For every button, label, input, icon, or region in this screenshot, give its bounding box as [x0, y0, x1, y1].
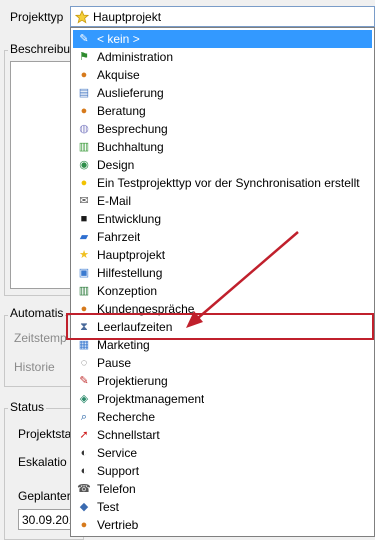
projekttyp-dropdown-list[interactable]: ✎ < kein > ⚑ Administration ● Akquise ▤ Auslief… — [70, 27, 375, 537]
people-icon: ● — [80, 519, 88, 531]
list-item-label: Schnellstart — [97, 428, 160, 442]
people-icon: ● — [80, 105, 88, 117]
date-field[interactable]: 30.09.201 — [18, 509, 74, 530]
list-item-label: E-Mail — [97, 194, 132, 208]
list-item[interactable]: ▥ Buchhaltung — [73, 138, 372, 156]
list-item[interactable]: ● Beratung — [73, 102, 372, 120]
list-item[interactable]: ◐ Service — [73, 444, 372, 462]
list-item[interactable]: ◈ Projektmanagement — [73, 390, 372, 408]
list-item-label: Projektmanagement — [97, 392, 205, 406]
test-icon: ◆ — [79, 501, 89, 513]
list-item-label: Marketing — [97, 338, 150, 352]
list-item-label: Entwicklung — [97, 212, 162, 226]
list-item[interactable]: ⌕ Recherche — [73, 408, 372, 426]
list-item[interactable]: ◐ Support — [73, 462, 372, 480]
list-item-label: Fahrzeit — [97, 230, 141, 244]
list-item-label: Akquise — [97, 68, 140, 82]
combobox-value: Hauptprojekt — [93, 9, 162, 24]
list-item-label: Design — [97, 158, 135, 172]
terminal-icon: ■ — [80, 213, 88, 225]
highlight-box — [66, 313, 374, 340]
list-item[interactable]: ▤ Auslieferung — [73, 84, 372, 102]
list-item-label: Test — [97, 500, 120, 514]
headset-icon: ◐ — [80, 447, 88, 459]
list-item[interactable]: ◆ Test — [73, 498, 372, 516]
list-item[interactable]: ● Akquise — [73, 66, 372, 84]
list-item-label: Konzeption — [97, 284, 158, 298]
list-item[interactable]: ▰ Fahrzeit — [73, 228, 372, 246]
chat-icon: ◍ — [79, 123, 89, 135]
status-label: Status — [8, 400, 47, 414]
zeitstempel-label: Zeitstemp — [14, 331, 67, 345]
pencil-icon: ✎ — [79, 375, 89, 387]
list-item[interactable]: ☎ Telefon — [73, 480, 372, 498]
list-item-label: Hilfestellung — [97, 266, 163, 280]
books-icon: ▥ — [78, 141, 90, 153]
list-item[interactable]: ▣ Hilfestellung — [73, 264, 372, 282]
list-item-label: Auslieferung — [97, 86, 164, 100]
list-item-label: Vertrieb — [97, 518, 139, 532]
list-item[interactable]: ✎ < kein > — [73, 30, 372, 48]
list-item[interactable]: ● Vertrieb — [73, 516, 372, 534]
list-item-label: Beratung — [97, 104, 146, 118]
list-item[interactable]: ✎ Projektierung — [73, 372, 372, 390]
automatisch-label: Automatis — [8, 306, 66, 320]
list-item[interactable]: ➚ Schnellstart — [73, 426, 372, 444]
document-icon: ▤ — [78, 87, 90, 99]
list-item[interactable]: ◍ Besprechung — [73, 120, 372, 138]
projekttyp-label: Projekttyp — [10, 10, 64, 24]
list-item[interactable]: ● Ein Testprojekttyp vor der Synchronisat… — [73, 174, 372, 192]
coffee-icon: ◌ — [80, 357, 88, 369]
projekttyp-combobox[interactable]: Hauptprojekt — [70, 6, 375, 27]
list-item-label: Pause — [97, 356, 132, 370]
list-item-label: Recherche — [97, 410, 156, 424]
chart-icon: ▦ — [78, 339, 90, 351]
list-item[interactable]: ▥ Konzeption — [73, 282, 372, 300]
flag-icon: ⚑ — [79, 51, 89, 63]
list-item[interactable]: ◉ Design — [73, 156, 372, 174]
people-icon: ● — [80, 69, 88, 81]
edit-icon: ✎ — [79, 33, 89, 45]
historie-label: Historie — [14, 360, 55, 374]
coin-icon: ● — [80, 177, 88, 189]
list-item-label: Projektierung — [97, 374, 168, 388]
list-item-label: Ein Testprojekttyp vor der Synchronisati… — [97, 176, 360, 190]
eskalation-label: Eskalatio — [18, 455, 67, 469]
star-icon — [75, 9, 89, 24]
list-item-label: Administration — [97, 50, 174, 64]
list-item-label: Besprechung — [97, 122, 168, 136]
list-item[interactable]: ■ Entwicklung — [73, 210, 372, 228]
list-item[interactable]: ⚑ Administration — [73, 48, 372, 66]
list-item[interactable]: ✉ E-Mail — [73, 192, 372, 210]
geplanter-label: Geplanter — [18, 489, 71, 503]
mail-icon: ✉ — [79, 195, 89, 207]
list-item-label: Service — [97, 446, 138, 460]
list-item-label: Hauptprojekt — [97, 248, 166, 262]
list-item[interactable]: ◌ Pause — [73, 354, 372, 372]
list-item-label: Support — [97, 464, 140, 478]
help-icon: ▣ — [78, 267, 90, 279]
star-icon: ★ — [79, 249, 89, 261]
phone-icon: ☎ — [77, 483, 91, 495]
globe-icon: ◉ — [79, 159, 89, 171]
list-item-label: Buchhaltung — [97, 140, 164, 154]
list-item-label: < kein > — [97, 32, 140, 46]
network-icon: ◈ — [79, 393, 89, 405]
search-icon: ⌕ — [80, 411, 88, 423]
rocket-icon: ➚ — [79, 429, 89, 441]
list-item[interactable]: ★ Hauptprojekt — [73, 246, 372, 264]
projektstatus-label: Projektsta — [18, 427, 72, 441]
car-icon: ▰ — [79, 231, 89, 243]
headset-icon: ◐ — [80, 465, 88, 477]
book-icon: ▥ — [78, 285, 90, 297]
list-item-label: Telefon — [97, 482, 136, 496]
